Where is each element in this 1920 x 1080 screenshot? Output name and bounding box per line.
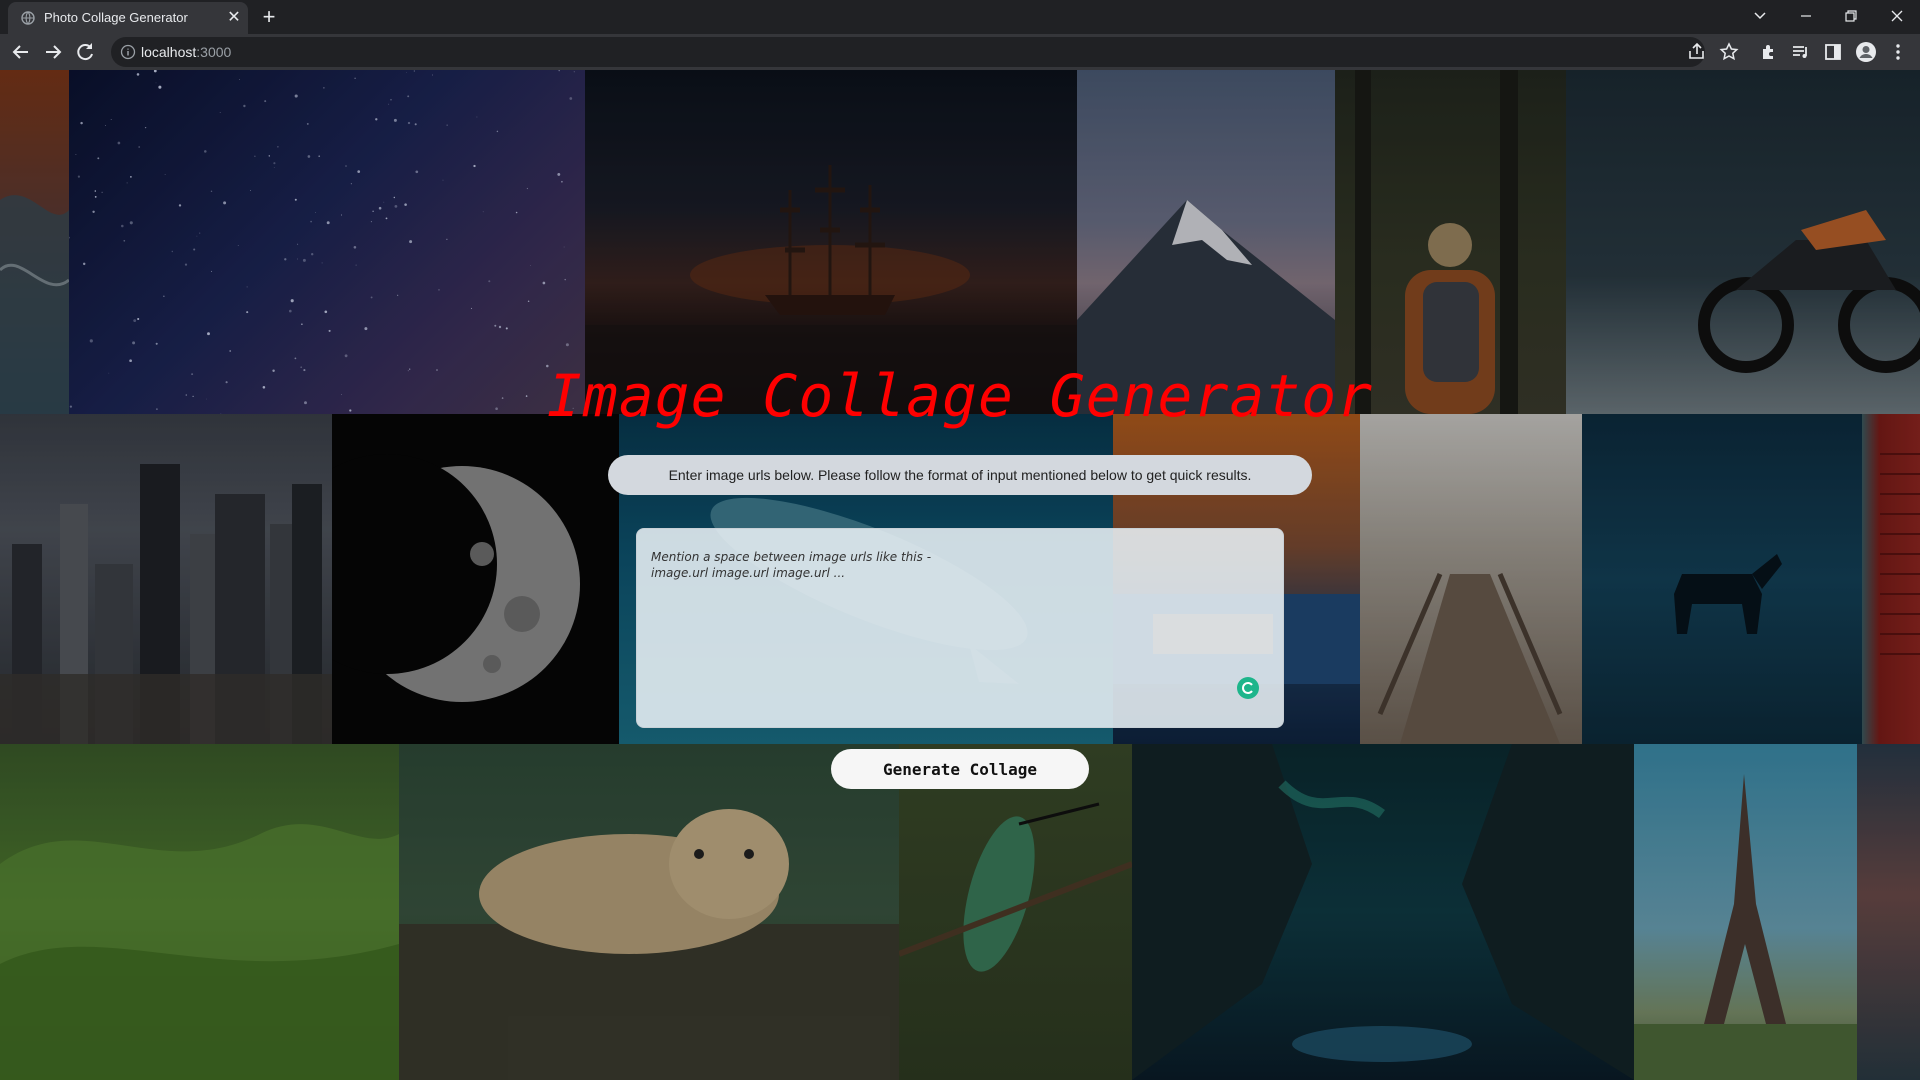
photo-sunset-edge [1857,744,1920,1080]
avatar-icon[interactable] [1855,41,1877,63]
photo-wooden-boardwalk [1360,414,1582,744]
browser-toolbar: localhost:3000 [0,34,1920,70]
puzzle-icon[interactable] [1758,41,1780,63]
photo-red-shutter [1862,414,1920,744]
new-tab-button[interactable]: + [256,5,282,29]
url-text: localhost:3000 [141,44,231,60]
side-panel-icon[interactable] [1822,41,1844,63]
url-port: :3000 [196,44,232,60]
page-viewport: Image Collage Generator Enter image urls… [0,70,1920,1080]
image-urls-input[interactable] [636,528,1284,728]
share-icon[interactable] [1686,41,1708,63]
tab-search-chevron-icon[interactable] [1743,4,1777,28]
info-icon[interactable] [120,44,136,60]
address-bar[interactable]: localhost:3000 [111,37,1705,67]
tab-strip: Photo Collage Generator ✕ + [0,0,1920,34]
photo-horse-in-fog [1582,414,1862,744]
grammar-extension-icon[interactable] [1237,677,1259,699]
arrow-left-icon[interactable] [8,39,34,65]
instructions-banner: Enter image urls below. Please follow th… [608,455,1312,495]
star-icon[interactable] [1718,41,1740,63]
restore-icon[interactable] [1834,4,1868,28]
photo-eiffel-tower [1634,744,1857,1080]
reload-icon[interactable] [72,39,98,65]
globe-icon [21,11,35,25]
media-queue-icon[interactable] [1790,41,1812,63]
photo-hummingbird [899,744,1132,1080]
photo-green-hills [0,744,399,1080]
tab-title: Photo Collage Generator [44,10,188,25]
photo-half-moon [332,414,619,744]
kebab-menu-icon[interactable] [1887,41,1909,63]
window-close-icon[interactable] [1880,4,1914,28]
minimize-icon[interactable] [1789,4,1823,28]
generate-collage-button[interactable]: Generate Collage [831,749,1089,789]
photo-aurora-cave [1132,744,1634,1080]
photo-city-skyline [0,414,332,744]
tab-close-icon[interactable]: ✕ [223,7,245,29]
url-host: localhost [141,44,197,60]
page-title: Image Collage Generator [546,362,1374,430]
arrow-right-icon[interactable] [40,39,66,65]
tab-photo-collage-generator[interactable]: Photo Collage Generator ✕ [8,2,248,34]
photo-leopard-on-log [399,744,899,1080]
